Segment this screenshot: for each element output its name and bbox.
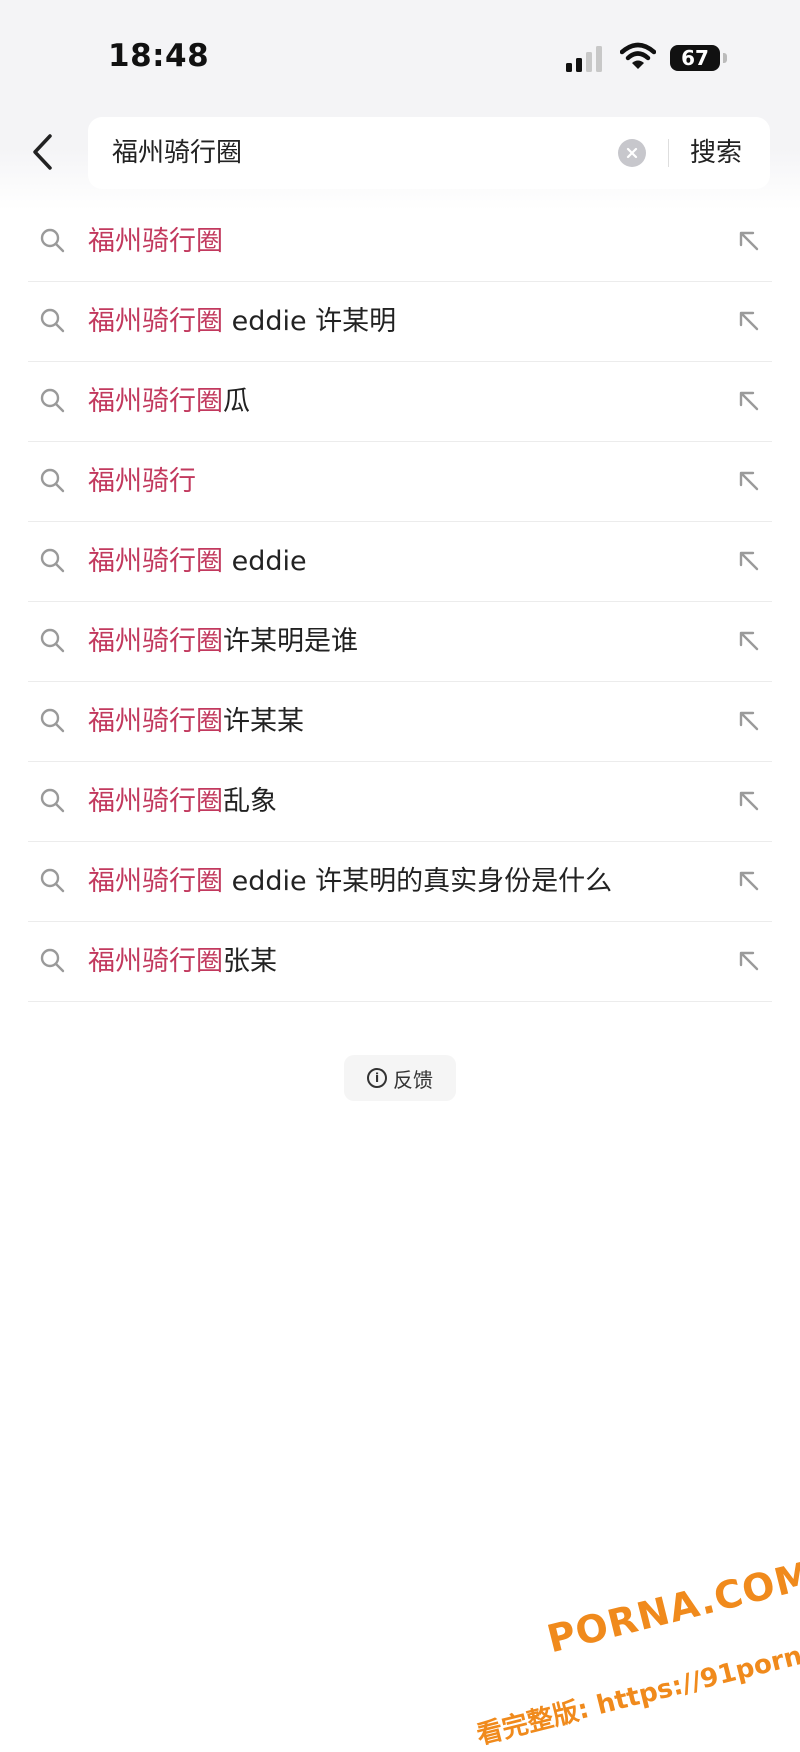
search-icon: [40, 708, 65, 733]
list-item[interactable]: 福州骑行圈: [28, 202, 772, 282]
suggestion-text: 福州骑行圈瓜: [88, 386, 250, 417]
wifi-icon: [620, 42, 656, 69]
search-icon: [40, 868, 65, 893]
arrow-up-left-icon[interactable]: [736, 228, 762, 254]
feedback-label: 反馈: [393, 1067, 433, 1092]
arrow-up-left-icon[interactable]: [736, 308, 762, 334]
search-button[interactable]: 搜索: [690, 117, 742, 189]
arrow-up-left-icon[interactable]: [736, 628, 762, 654]
chevron-left-icon: [33, 134, 52, 170]
suggestion-text: 福州骑行圈许某明是谁: [88, 626, 358, 657]
suggestion-text: 福州骑行: [88, 466, 196, 497]
battery-icon: 67: [670, 45, 720, 71]
list-item[interactable]: 福州骑行圈 eddie 许某明的真实身份是什么: [28, 842, 772, 922]
cellular-signal-icon: [566, 46, 602, 72]
search-icon: [40, 308, 65, 333]
search-icon: [40, 548, 65, 573]
list-item[interactable]: 福州骑行圈许某明是谁: [28, 602, 772, 682]
list-item[interactable]: 福州骑行圈瓜: [28, 362, 772, 442]
arrow-up-left-icon[interactable]: [736, 708, 762, 734]
list-item[interactable]: 福州骑行圈 eddie 许某明: [28, 282, 772, 362]
suggestion-text: 福州骑行圈 eddie 许某明: [88, 306, 397, 337]
suggestion-text: 福州骑行圈: [88, 226, 223, 257]
arrow-up-left-icon[interactable]: [736, 948, 762, 974]
search-icon: [40, 468, 65, 493]
search-input[interactable]: 福州骑行圈 搜索: [88, 117, 770, 189]
clear-button[interactable]: [618, 139, 646, 167]
back-button[interactable]: [24, 130, 60, 174]
arrow-up-left-icon[interactable]: [736, 468, 762, 494]
close-icon: [626, 147, 638, 159]
arrow-up-left-icon[interactable]: [736, 548, 762, 574]
search-icon: [40, 788, 65, 813]
search-icon: [40, 628, 65, 653]
list-item[interactable]: 福州骑行: [28, 442, 772, 522]
suggestion-text: 福州骑行圈 eddie: [88, 546, 307, 577]
search-input-value[interactable]: 福州骑行圈: [112, 117, 242, 189]
search-divider: [668, 139, 669, 167]
info-icon: i: [367, 1068, 387, 1088]
suggestion-text: 福州骑行圈乱象: [88, 786, 277, 817]
list-item[interactable]: 福州骑行圈张某: [28, 922, 772, 1002]
search-icon: [40, 388, 65, 413]
feedback-button[interactable]: i 反馈: [344, 1055, 456, 1101]
search-icon: [40, 948, 65, 973]
suggestion-text: 福州骑行圈 eddie 许某明的真实身份是什么: [88, 866, 613, 897]
status-time: 18:48: [108, 38, 210, 74]
search-icon: [40, 228, 65, 253]
list-item[interactable]: 福州骑行圈许某某: [28, 682, 772, 762]
arrow-up-left-icon[interactable]: [736, 388, 762, 414]
battery-tip: [723, 53, 727, 63]
suggestion-text: 福州骑行圈张某: [88, 946, 277, 977]
suggestion-text: 福州骑行圈许某某: [88, 706, 304, 737]
status-bar: 18:48 67: [0, 0, 800, 100]
arrow-up-left-icon[interactable]: [736, 868, 762, 894]
list-item[interactable]: 福州骑行圈 eddie: [28, 522, 772, 602]
suggestion-list: 福州骑行圈 福州骑行圈 eddie 许某明 福州骑行圈瓜 福州骑行 福州骑行圈 …: [28, 202, 772, 1002]
arrow-up-left-icon[interactable]: [736, 788, 762, 814]
list-item[interactable]: 福州骑行圈乱象: [28, 762, 772, 842]
